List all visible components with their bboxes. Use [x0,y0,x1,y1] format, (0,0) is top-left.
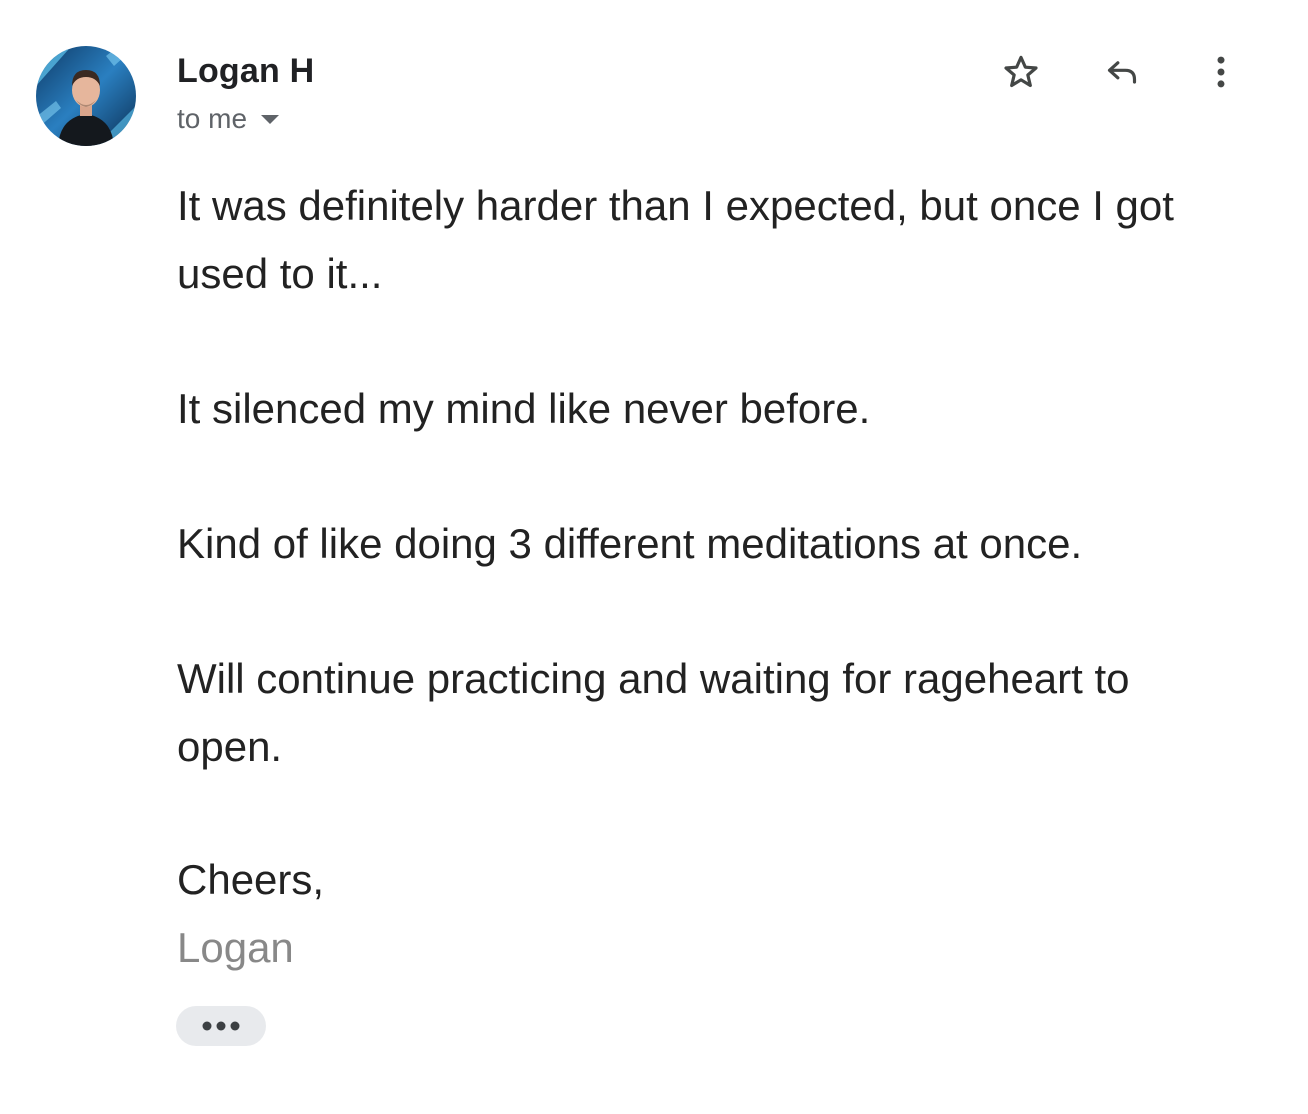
ellipsis-icon [202,1021,240,1031]
body-paragraph: Kind of like doing 3 different meditatio… [177,520,1083,567]
body-paragraph: It silenced my mind like never before. [177,385,871,432]
recipient-details-toggle[interactable]: to me [177,103,280,135]
show-trimmed-content-button[interactable] [176,1006,266,1046]
more-vert-icon [1217,56,1225,88]
body-paragraph: Will continue practicing and waiting for… [177,655,1130,770]
avatar-photo [36,46,136,146]
star-button[interactable] [999,50,1043,94]
recipient-label: to me [177,103,248,134]
star-outline-icon [1004,55,1038,88]
sender-name[interactable]: Logan H [177,52,314,91]
signature-text: Logan [177,924,294,971]
body-paragraph: It was definitely harder than I expected… [177,182,1174,297]
message-body: It was definitely harder than I expected… [177,172,1197,848]
message-signoff: Cheers, Logan [177,846,324,982]
chevron-down-icon [261,114,280,124]
more-options-button[interactable] [1199,50,1243,94]
reply-button[interactable] [1100,50,1144,94]
closing-text: Cheers, [177,856,325,903]
reply-icon [1107,61,1137,84]
sender-avatar[interactable] [36,46,136,146]
